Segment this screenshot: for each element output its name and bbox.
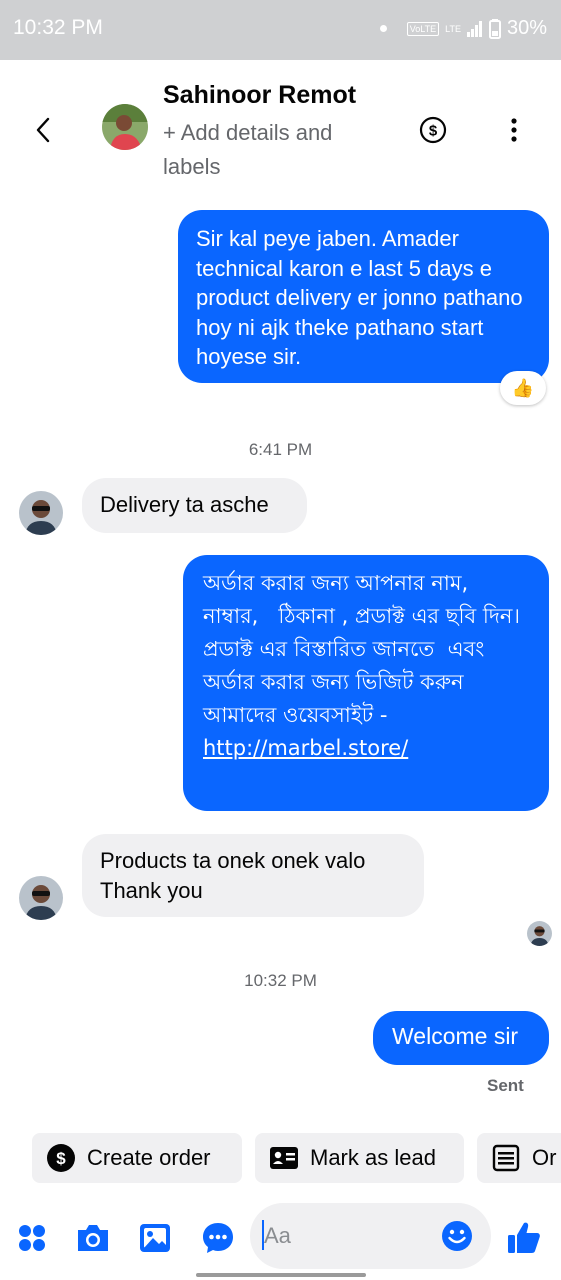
lte-label: LTE: [445, 23, 461, 34]
seen-avatar: [527, 921, 552, 946]
avatar[interactable]: [19, 876, 63, 920]
composer-bar: [0, 1198, 561, 1280]
notification-dot-icon: [379, 25, 387, 32]
id-card-icon: [269, 1143, 299, 1173]
message-outgoing[interactable]: অর্ডার করার জন্য আপনার নাম, নাম্বার, ঠিক…: [183, 555, 549, 811]
contact-avatar[interactable]: [102, 104, 148, 150]
chip-label: Create order: [87, 1145, 211, 1170]
message-outgoing[interactable]: Welcome sir: [373, 1011, 549, 1065]
mark-as-lead-button[interactable]: Mark as lead: [255, 1133, 464, 1183]
message-input[interactable]: [264, 1216, 434, 1256]
message-outgoing[interactable]: Sir kal peye jaben. Amader technical kar…: [178, 210, 549, 383]
create-order-button[interactable]: $ Create order: [32, 1133, 242, 1183]
reaction-badge[interactable]: 👍: [500, 371, 546, 405]
message-incoming[interactable]: Products ta onek onek valo Thank you: [82, 834, 424, 917]
battery-icon: [488, 18, 501, 39]
timestamp: 10:32 PM: [244, 971, 317, 990]
quick-actions: $ Create order Mark as lead Or: [0, 1133, 561, 1185]
list-icon: [491, 1143, 521, 1173]
menu-dots-icon[interactable]: [14, 1220, 50, 1256]
thumbs-up-icon: 👍: [511, 377, 535, 398]
gallery-icon[interactable]: [137, 1220, 173, 1256]
message-status: Sent: [487, 1076, 524, 1095]
timestamp: 6:41 PM: [248, 440, 313, 459]
status-indicators: VoLTE LTE 30%: [379, 17, 547, 40]
home-indicator: [196, 1273, 366, 1277]
chat-bubble-icon[interactable]: [200, 1220, 236, 1256]
svg-text:$: $: [56, 1149, 66, 1168]
dollar-icon: $: [46, 1143, 76, 1173]
status-bar: 10:32 PM VoLTE LTE 30%: [0, 0, 561, 60]
message-incoming[interactable]: Delivery ta asche: [82, 478, 307, 533]
website-link[interactable]: http://marbel.store/: [203, 736, 408, 760]
message-input-container: [250, 1203, 491, 1269]
orders-button[interactable]: Or: [477, 1133, 561, 1183]
volte-badge: VoLTE: [406, 21, 440, 36]
svg-text:$: $: [429, 123, 438, 140]
message-text: অর্ডার করার জন্য আপনার নাম, নাম্বার, ঠিক…: [203, 571, 520, 727]
camera-icon[interactable]: [75, 1220, 111, 1256]
dollar-icon[interactable]: $: [419, 116, 447, 144]
back-icon[interactable]: [28, 114, 60, 146]
chip-label: Or: [532, 1145, 557, 1170]
chip-label: Mark as lead: [310, 1145, 436, 1170]
contact-name[interactable]: Sahinoor Remot: [163, 81, 356, 110]
signal-icon: [466, 20, 482, 37]
status-time: 10:32 PM: [13, 16, 103, 39]
more-vertical-icon[interactable]: [504, 116, 524, 144]
battery-percent: 30%: [506, 17, 547, 39]
emoji-icon[interactable]: [440, 1219, 474, 1253]
avatar[interactable]: [19, 491, 63, 535]
like-icon[interactable]: [505, 1220, 543, 1256]
add-details-link[interactable]: + Add details and labels: [163, 116, 393, 184]
